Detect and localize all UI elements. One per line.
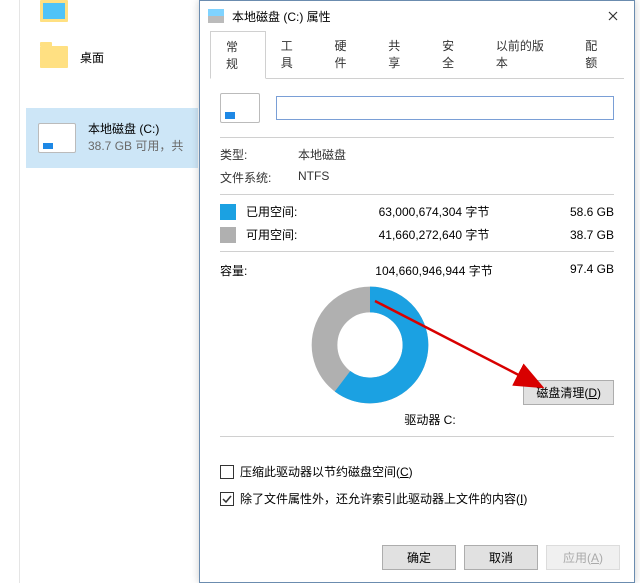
separator <box>220 251 614 252</box>
explorer-item-desktop[interactable]: 桌面 <box>40 46 104 68</box>
ok-button[interactable]: 确定 <box>382 545 456 570</box>
drive-caption: 驱动器 C: <box>246 411 614 428</box>
close-icon <box>608 11 618 21</box>
drive-icon <box>220 93 260 123</box>
separator <box>220 194 614 195</box>
used-gb: 58.6 GB <box>550 205 614 219</box>
type-value: 本地磁盘 <box>298 146 346 163</box>
fs-label: 文件系统: <box>220 169 298 186</box>
type-label: 类型: <box>220 146 298 163</box>
used-label: 已用空间: <box>246 203 318 220</box>
disk-cleanup-label: 磁盘清理(D) <box>536 386 601 400</box>
tab-tools[interactable]: 工具 <box>266 31 320 78</box>
explorer-tree-strip <box>0 0 20 583</box>
tab-quota[interactable]: 配额 <box>570 31 624 78</box>
capacity-bytes: 104,660,946,944 字节 <box>318 262 550 279</box>
free-label: 可用空间: <box>246 226 318 243</box>
drive-name: 本地磁盘 (C:) <box>88 121 183 138</box>
free-swatch-icon <box>220 227 236 243</box>
index-label: 除了文件属性外，还允许索引此驱动器上文件的内容(I) <box>240 490 527 507</box>
explorer-item-label: 桌面 <box>80 49 104 66</box>
separator <box>220 436 614 437</box>
dialog-title: 本地磁盘 (C:) 属性 <box>232 8 626 25</box>
tab-previous[interactable]: 以前的版本 <box>481 31 570 78</box>
tab-bar: 常规 工具 硬件 共享 安全 以前的版本 配额 <box>210 31 624 79</box>
free-gb: 38.7 GB <box>550 228 614 242</box>
drive-icon <box>208 9 224 23</box>
capacity-row: 容量: 104,660,946,944 字节 97.4 GB <box>220 262 614 279</box>
used-swatch-icon <box>220 204 236 220</box>
free-space-row: 可用空间: 41,660,272,640 字节 38.7 GB <box>220 226 614 243</box>
apply-button: 应用(A) <box>546 545 620 570</box>
compress-checkbox-row[interactable]: 压缩此驱动器以节约磁盘空间(C) <box>220 463 614 480</box>
fs-value: NTFS <box>298 169 329 186</box>
checkbox-icon <box>220 465 234 479</box>
tab-general[interactable]: 常规 <box>210 31 266 79</box>
tab-hardware[interactable]: 硬件 <box>320 31 374 78</box>
capacity-gb: 97.4 GB <box>550 262 614 279</box>
titlebar[interactable]: 本地磁盘 (C:) 属性 <box>200 1 634 31</box>
checkbox-icon <box>220 492 234 506</box>
tab-sharing[interactable]: 共享 <box>373 31 427 78</box>
drive-subtitle: 38.7 GB 可用，共 <box>88 138 183 155</box>
index-checkbox-row[interactable]: 除了文件属性外，还允许索引此驱动器上文件的内容(I) <box>220 490 614 507</box>
dialog-button-row: 确定 取消 应用(A) <box>382 545 620 570</box>
properties-dialog: 本地磁盘 (C:) 属性 常规 工具 硬件 共享 安全 以前的版本 配额 类型:… <box>199 0 635 583</box>
separator <box>220 137 614 138</box>
capacity-label: 容量: <box>220 262 318 279</box>
explorer-pane: 桌面 本地磁盘 (C:) 38.7 GB 可用，共 <box>0 0 199 583</box>
cancel-button[interactable]: 取消 <box>464 545 538 570</box>
close-button[interactable] <box>592 1 634 31</box>
compress-label: 压缩此驱动器以节约磁盘空间(C) <box>240 463 413 480</box>
free-bytes: 41,660,272,640 字节 <box>318 226 550 243</box>
used-space-row: 已用空间: 63,000,674,304 字节 58.6 GB <box>220 203 614 220</box>
drive-name-input[interactable] <box>276 96 614 120</box>
usage-donut-chart <box>310 285 430 405</box>
explorer-item-drive-c[interactable]: 本地磁盘 (C:) 38.7 GB 可用，共 <box>26 108 198 168</box>
drive-icon <box>38 123 76 153</box>
tab-security[interactable]: 安全 <box>427 31 481 78</box>
drive-text: 本地磁盘 (C:) 38.7 GB 可用，共 <box>88 121 183 155</box>
used-bytes: 63,000,674,304 字节 <box>318 203 550 220</box>
tab-content-general: 类型: 本地磁盘 文件系统: NTFS 已用空间: 63,000,674,304… <box>200 79 634 527</box>
disk-cleanup-button[interactable]: 磁盘清理(D) <box>523 380 614 405</box>
folder-icon <box>40 0 68 22</box>
explorer-item-videos[interactable] <box>40 0 68 22</box>
folder-icon <box>40 46 68 68</box>
